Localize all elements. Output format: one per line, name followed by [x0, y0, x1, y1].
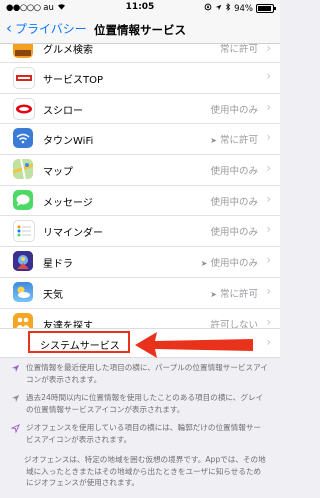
maps-app-icon — [13, 159, 33, 180]
chevron-right-icon: › — [266, 161, 271, 176]
battery-icon — [256, 4, 276, 13]
chevron-right-icon: › — [266, 191, 271, 206]
chevron-right-icon: › — [266, 130, 271, 145]
app-name: メッセージ — [43, 197, 93, 209]
status-right: 94% — [204, 2, 276, 14]
battery-percent: 94% — [234, 3, 253, 14]
list-item[interactable]: マップ 使用中のみ › — [0, 155, 280, 186]
chevron-right-icon: › — [266, 44, 271, 55]
wifi-app-icon — [13, 128, 33, 149]
location-icon-legend: 位置情報を最近使用した項目の横に、パープルの位置情報サービスアイコンが表示されま… — [0, 358, 280, 492]
chevron-right-icon: › — [266, 99, 271, 114]
messages-app-icon — [13, 189, 33, 210]
app-name: 天気 — [43, 289, 63, 301]
app-name: リマインダー — [43, 228, 103, 240]
system-services-label: システムサービス — [40, 341, 120, 352]
list-item[interactable]: サービスTOP › — [0, 63, 280, 94]
app-permission: 使用中のみ — [210, 104, 258, 116]
chevron-right-icon: › — [266, 335, 271, 349]
outline-location-arrow-icon — [10, 424, 20, 437]
geofence-description: ジオフェンスは、特定の地域を囲む仮想の境界です。Appでは、その地域に入ったとき… — [24, 455, 266, 487]
app-permission: ➤ 常に許可 — [210, 135, 258, 147]
list-item[interactable]: メッセージ 使用中のみ › — [0, 186, 280, 217]
navigation-bar: ‹ プライバシー 位置情報サービス — [0, 16, 280, 44]
app-name: 星ドラ — [43, 259, 73, 271]
legend-outline: ジオフェンスを使用している項目の横には、輪郭だけの位置情報サービスアイコンが表示… — [0, 418, 280, 448]
app-name: スシロー — [43, 105, 83, 117]
legend-purple: 位置情報を最近使用した項目の横に、パープルの位置情報サービスアイコンが表示されま… — [0, 358, 280, 388]
legend-gray: 過去24時間以内に位置情報を使用したことのある項目の横に、グレイの位置情報サービ… — [0, 388, 280, 418]
status-bar: ●●○○○ au 11:05 94% — [0, 0, 280, 16]
weather-app-icon — [13, 281, 33, 302]
service-top-app-icon — [13, 67, 35, 89]
hoshidora-app-icon — [13, 251, 33, 272]
list-item[interactable]: グルメ検索 常に許可 › — [0, 44, 280, 63]
chevron-right-icon: › — [266, 253, 271, 268]
list-item[interactable]: 天気 ➤ 常に許可 › — [0, 278, 280, 309]
list-item[interactable]: タウンWiFi ➤ 常に許可 › — [0, 124, 280, 156]
purple-location-arrow-icon — [11, 364, 20, 377]
list-item[interactable]: スシロー 使用中のみ › — [0, 94, 280, 125]
app-name: マップ — [43, 167, 73, 179]
app-name: グルメ検索 — [43, 45, 93, 56]
app-permission: 使用中のみ — [210, 196, 258, 208]
location-arrow-icon: ➤ — [210, 136, 217, 146]
chevron-right-icon: › — [266, 283, 271, 298]
gray-location-arrow-icon — [11, 394, 20, 407]
list-item[interactable]: 星ドラ ➤ 使用中のみ › — [0, 247, 280, 278]
annotation-arrow-icon — [135, 332, 253, 358]
page-title: 位置情報サービス — [94, 23, 186, 37]
app-name: タウンWiFi — [43, 136, 94, 148]
sushiro-app-icon — [13, 97, 35, 120]
chevron-right-icon: › — [266, 314, 271, 329]
location-arrow-icon — [215, 4, 222, 14]
chevron-right-icon: › — [266, 69, 271, 83]
gourmet-app-icon — [13, 44, 33, 58]
list-item[interactable]: リマインダー 使用中のみ › — [0, 216, 280, 248]
app-permission: 常に許可 — [219, 44, 258, 55]
app-name: サービスTOP — [43, 75, 104, 86]
app-permission: 使用中のみ — [210, 227, 258, 239]
bluetooth-icon — [225, 2, 231, 14]
app-location-list: グルメ検索 常に許可 › サービスTOP › スシロー 使用中のみ › タウンW… — [0, 44, 280, 339]
app-permission: 使用中のみ — [210, 166, 258, 178]
orientation-lock-icon — [204, 3, 212, 14]
app-permission: ➤ 常に許可 — [210, 288, 258, 300]
chevron-right-icon: › — [266, 222, 271, 237]
location-arrow-icon: ➤ — [200, 259, 208, 269]
reminders-app-icon — [13, 220, 35, 243]
app-permission: ➤ 使用中のみ — [200, 258, 258, 270]
location-arrow-icon: ➤ — [210, 289, 217, 299]
